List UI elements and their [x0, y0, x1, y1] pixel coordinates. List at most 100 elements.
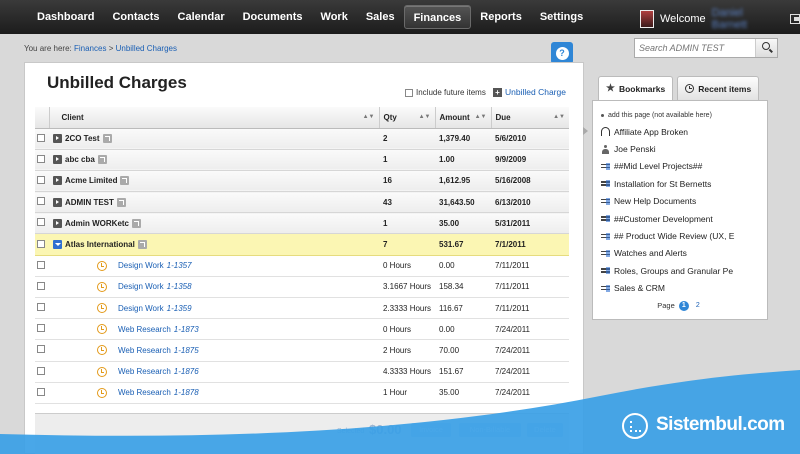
breadcrumb-finances-link[interactable]: Finances: [74, 44, 106, 53]
include-future-checkbox[interactable]: [405, 88, 413, 97]
page-2-button[interactable]: 2: [693, 301, 703, 311]
nav-item-documents[interactable]: Documents: [234, 5, 312, 29]
row-checkbox[interactable]: [37, 197, 45, 206]
amount-column-header[interactable]: Amount ▲▼: [435, 107, 492, 129]
task-number[interactable]: 1-1878: [174, 388, 199, 397]
open-link-icon[interactable]: [120, 176, 130, 186]
nav-item-reports[interactable]: Reports: [471, 5, 531, 29]
avatar[interactable]: [640, 10, 654, 28]
invoice-button[interactable]: Invoice: [411, 423, 451, 437]
charge-row[interactable]: Web Research 1-1875 2 Hours 70.00 7/24/2011: [35, 339, 569, 362]
open-link-icon[interactable]: [116, 197, 126, 207]
row-checkbox[interactable]: [37, 133, 45, 142]
row-checkbox[interactable]: [37, 324, 45, 333]
client-name[interactable]: Admin WORKetc: [65, 219, 129, 228]
task-number[interactable]: 1-1357: [167, 261, 192, 270]
bookmark-item[interactable]: Joe Penski: [601, 140, 759, 157]
expand-arrow-icon[interactable]: [53, 218, 62, 228]
bookmark-item[interactable]: Roles, Groups and Granular Pe: [601, 262, 759, 279]
row-checkbox[interactable]: [37, 260, 45, 269]
expand-arrow-icon[interactable]: [53, 155, 62, 165]
breadcrumb-unbilled-link[interactable]: Unbilled Charges: [116, 44, 177, 53]
expand-arrow-icon[interactable]: [53, 176, 62, 186]
bookmark-item[interactable]: Affiliate App Broken: [601, 123, 759, 140]
row-checkbox[interactable]: [37, 218, 45, 227]
due-column-header[interactable]: Due ▲▼: [491, 107, 569, 129]
expand-arrow-icon[interactable]: [53, 197, 62, 207]
row-checkbox[interactable]: [37, 281, 45, 290]
task-number[interactable]: 1-1873: [174, 325, 199, 334]
row-checkbox[interactable]: [37, 303, 45, 312]
search-button[interactable]: [755, 39, 777, 57]
add-unbilled-charge-button[interactable]: + Unbilled Charge: [493, 87, 566, 97]
client-name[interactable]: ADMIN TEST: [65, 198, 114, 207]
qty-column-header[interactable]: Qty ▲▼: [379, 107, 436, 129]
task-name-link[interactable]: Web Research: [118, 367, 171, 376]
task-name-link[interactable]: Web Research: [118, 346, 171, 355]
task-number[interactable]: 1-1875: [174, 346, 199, 355]
nav-item-dashboard[interactable]: Dashboard: [28, 5, 103, 29]
task-name-link[interactable]: Design Work: [118, 282, 164, 291]
user-name-link[interactable]: Daniel Barnett: [712, 7, 781, 31]
client-name[interactable]: Atlas International: [65, 240, 135, 249]
collapse-sidebar-arrow-icon[interactable]: [583, 127, 592, 135]
client-row[interactable]: Admin WORKetc 1 35.00 5/31/2011: [35, 212, 569, 235]
client-name[interactable]: 2CO Test: [65, 134, 100, 143]
task-number[interactable]: 1-1359: [167, 304, 192, 313]
expand-arrow-icon[interactable]: [53, 134, 62, 144]
collapse-arrow-icon[interactable]: [53, 240, 62, 250]
nav-item-settings[interactable]: Settings: [531, 5, 592, 29]
task-number[interactable]: 1-1876: [174, 367, 199, 376]
task-name-link[interactable]: Web Research: [118, 325, 171, 334]
help-button[interactable]: ?: [551, 42, 573, 66]
open-link-icon[interactable]: [132, 218, 141, 228]
row-checkbox[interactable]: [37, 366, 45, 375]
bookmark-item[interactable]: Watches and Alerts: [601, 245, 759, 262]
charge-row[interactable]: Web Research 1-1876 4.3333 Hours 151.67 7/24…: [35, 361, 569, 383]
bookmark-item[interactable]: Installation for St Bernetts: [601, 175, 759, 192]
tab-recent-items[interactable]: Recent items: [677, 76, 760, 100]
open-link-icon[interactable]: [137, 240, 147, 250]
open-link-icon[interactable]: [102, 134, 112, 144]
bookmark-item[interactable]: ##Mid Level Projects##: [601, 158, 759, 175]
charge-row[interactable]: Design Work 1-1358 3.1667 Hours 158.34 7/11/…: [35, 276, 569, 299]
bookmark-item[interactable]: Sales & CRM: [601, 280, 759, 297]
nav-item-contacts[interactable]: Contacts: [103, 5, 168, 29]
client-name[interactable]: abc cba: [65, 155, 95, 164]
client-name[interactable]: Acme Limited: [65, 176, 117, 185]
row-checkbox[interactable]: [37, 154, 45, 163]
row-checkbox[interactable]: [37, 175, 45, 184]
non-billable-button[interactable]: Non-Billable: [459, 423, 521, 437]
bookmark-item[interactable]: ##Customer Development: [601, 210, 759, 227]
logout-icon[interactable]: [790, 14, 800, 24]
client-row[interactable]: Acme Limited 16 1,612.95 5/16/2008: [35, 170, 569, 193]
task-number[interactable]: 1-1358: [167, 282, 192, 291]
task-name-link[interactable]: Web Research: [118, 388, 171, 397]
client-row[interactable]: ADMIN TEST 43 31,643.50 6/13/2010: [35, 191, 569, 214]
open-link-icon[interactable]: [97, 155, 107, 165]
nav-item-finances[interactable]: Finances: [403, 5, 472, 29]
client-row[interactable]: abc cba 1 1.00 9/9/2009: [35, 149, 569, 171]
page-1-button[interactable]: 1: [678, 300, 689, 311]
tab-bookmarks[interactable]: ★ Bookmarks: [598, 76, 674, 100]
include-future-toggle[interactable]: Include future items: [405, 88, 486, 97]
row-checkbox[interactable]: [37, 239, 45, 248]
row-checkbox[interactable]: [37, 345, 45, 354]
bookmark-item[interactable]: ## Product Wide Review (UX, E: [601, 227, 759, 244]
charge-row[interactable]: Web Research 1-1873 0 Hours 0.00 7/24/2011: [35, 318, 569, 341]
search-input[interactable]: [635, 39, 755, 57]
row-checkbox[interactable]: [37, 387, 45, 396]
charge-row[interactable]: Design Work 1-1359 2.3333 Hours 116.67 7/11/…: [35, 297, 569, 320]
nav-item-work[interactable]: Work: [312, 5, 357, 29]
charge-row[interactable]: Design Work 1-1357 0 Hours 0.00 7/11/2011: [35, 255, 569, 277]
task-name-link[interactable]: Design Work: [118, 261, 164, 270]
client-row[interactable]: Atlas International 7 531.67 7/1/2011: [35, 233, 569, 256]
charge-row[interactable]: Web Research 1-1878 1 Hour 35.00 7/24/2011: [35, 382, 569, 404]
nav-item-calendar[interactable]: Calendar: [169, 5, 234, 29]
delete-button[interactable]: Delete: [527, 423, 563, 437]
task-name-link[interactable]: Design Work: [118, 304, 164, 313]
nav-item-sales[interactable]: Sales: [357, 5, 404, 29]
client-row[interactable]: 2CO Test 2 1,379.40 5/6/2010: [35, 128, 569, 150]
client-column-header[interactable]: Client ▲▼: [49, 107, 380, 129]
bookmark-item[interactable]: New Help Documents: [601, 193, 759, 210]
